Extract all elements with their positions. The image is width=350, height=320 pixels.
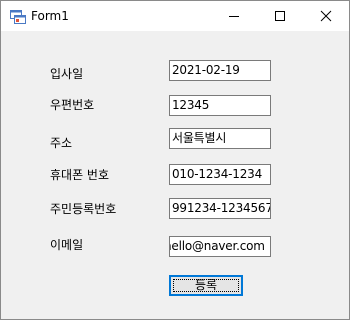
mobile-number-input[interactable]: 010-1234-1234 <box>169 164 271 185</box>
address-input[interactable]: 서울특별시 <box>169 128 271 149</box>
focus-rectangle <box>173 279 239 292</box>
email-input[interactable]: hello@naver.com <box>169 236 271 257</box>
resident-number-label: 주민등록번호 <box>50 202 117 216</box>
title-bar[interactable]: Form1 <box>1 1 349 31</box>
close-button[interactable] <box>303 1 349 31</box>
mobile-number-label: 휴대폰 번호 <box>50 168 110 182</box>
minimize-button[interactable] <box>211 1 257 31</box>
address-label: 주소 <box>50 136 73 150</box>
hire-date-label: 입사일 <box>50 67 84 81</box>
hire-date-input[interactable]: 2021-02-19 <box>169 60 271 81</box>
postal-code-label: 우편번호 <box>50 98 95 112</box>
resident-number-input[interactable]: 991234-1234567 <box>169 198 271 219</box>
form-body: 입사일 2021-02-19 우편번호 12345 주소 서울특별시 휴대폰 번… <box>1 31 349 319</box>
maximize-button[interactable] <box>257 1 303 31</box>
email-label: 이메일 <box>50 238 84 252</box>
register-button[interactable]: 등록 <box>169 275 243 296</box>
postal-code-input[interactable]: 12345 <box>169 95 271 116</box>
minimize-icon <box>229 16 239 17</box>
maximize-icon <box>275 11 285 21</box>
form-app-icon[interactable] <box>10 9 26 24</box>
form1-window: Form1 입사일 2021-02-19 우편번호 12345 주소 서울특별시… <box>0 0 350 320</box>
window-title: Form1 <box>31 9 69 23</box>
close-icon <box>320 10 332 22</box>
